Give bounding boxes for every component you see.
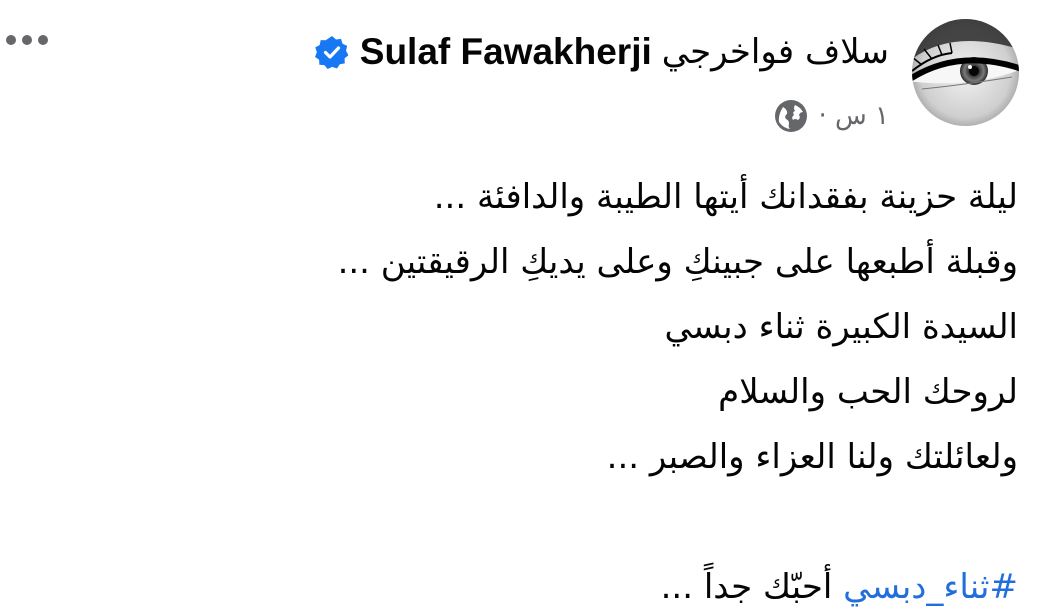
more-dot xyxy=(38,35,48,45)
post-line: السيدة الكبيرة ثناء دبسي xyxy=(664,307,1019,347)
hashtag-link[interactable]: #ثناء_دبسي xyxy=(843,567,1018,607)
post-line: لروحك الحب والسلام xyxy=(718,372,1018,412)
post-body: ليلة حزينة بفقدانك أيتها الطيبة والدافئة… xyxy=(18,165,1018,610)
globe-icon[interactable] xyxy=(774,99,808,133)
post-time[interactable]: ١ س · xyxy=(818,101,889,131)
post-line: ولعائلتك ولنا العزاء والصبر ... xyxy=(606,437,1018,477)
more-dot xyxy=(22,35,32,45)
more-options-button[interactable] xyxy=(6,32,52,48)
post-meta: ١ س · xyxy=(774,96,889,136)
avatar[interactable] xyxy=(912,19,1019,126)
author-name-arabic[interactable]: سلاف فواخرجي xyxy=(662,32,889,72)
author-line: Sulaf Fawakherji سلاف فواخرجي xyxy=(314,28,889,76)
post-line: وقبلة أطبعها على جبينكِ وعلى يديكِ الرقي… xyxy=(337,242,1018,282)
more-dot xyxy=(6,35,16,45)
post-line: ليلة حزينة بفقدانك أيتها الطيبة والدافئة… xyxy=(433,177,1018,217)
verified-badge-icon xyxy=(314,36,349,69)
post-last-line: #ثناء_دبسي أحبّك جداً ... xyxy=(18,555,1018,610)
facebook-post: Sulaf Fawakherji سلاف فواخرجي ١ س · ليلة… xyxy=(0,0,1039,610)
author-name-latin[interactable]: Sulaf Fawakherji xyxy=(360,31,652,73)
post-line-text: أحبّك جداً ... xyxy=(660,567,844,607)
avatar-eye-image xyxy=(912,19,1019,126)
